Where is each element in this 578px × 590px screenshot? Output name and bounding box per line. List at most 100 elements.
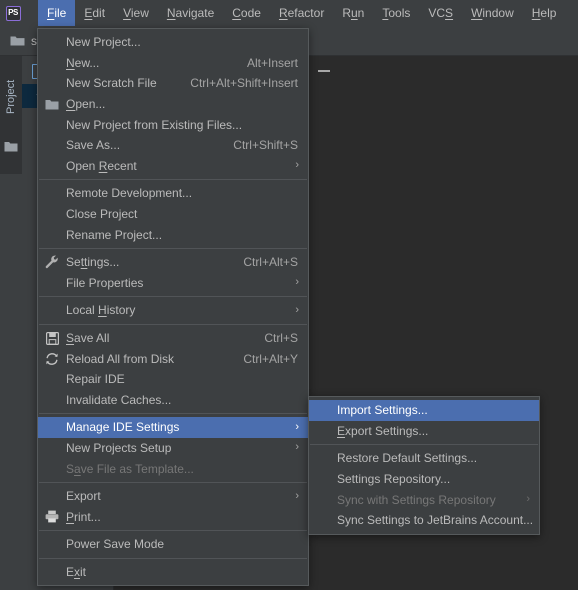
menu-item-label: New... (66, 55, 100, 70)
file-menu-item-new-projects-setup[interactable]: New Projects Setup › (38, 438, 308, 459)
menu-item-label: Open Recent (66, 158, 137, 173)
file-menu-item-exit[interactable]: Exit (38, 562, 308, 583)
menu-item-label: Export Settings... (337, 423, 429, 438)
chevron-right-icon: › (295, 276, 299, 289)
menu-item-label: Rename Project... (66, 227, 163, 242)
menu-separator (39, 323, 307, 325)
file-menu-item-power-save-mode[interactable]: Power Save Mode (38, 534, 308, 555)
menu-separator (39, 247, 307, 249)
menu-item-label: New Project... (66, 35, 141, 50)
app-logo-icon: PS (0, 0, 26, 26)
submenu-item-export-settings[interactable]: Export Settings... (309, 421, 539, 442)
menu-item-shortcut: Ctrl+Shift+S (233, 138, 298, 153)
menu-item-label: Manage IDE Settings (66, 420, 180, 435)
menu-separator (39, 481, 307, 483)
menu-item-shortcut: Ctrl+Alt+Y (243, 351, 298, 366)
folder-icon (44, 96, 60, 112)
menu-bar-item-view[interactable]: View (114, 0, 158, 26)
menu-item-label: Restore Default Settings... (337, 451, 478, 466)
menu-item-label: Open... (66, 97, 106, 112)
file-menu-item-new-project[interactable]: New Project... (38, 32, 308, 53)
menu-separator (310, 444, 538, 446)
file-menu-item-save-all[interactable]: Save All Ctrl+S (38, 328, 308, 349)
chevron-right-icon: › (295, 441, 299, 454)
file-menu-item-repair-ide[interactable]: Repair IDE (38, 369, 308, 390)
file-menu-item-new[interactable]: New... Alt+Insert (38, 53, 308, 74)
file-menu-item-reload-all-from-disk[interactable]: Reload All from Disk Ctrl+Alt+Y (38, 348, 308, 369)
submenu-item-settings-repository[interactable]: Settings Repository... (309, 469, 539, 490)
chevron-right-icon: › (295, 420, 299, 433)
file-menu-item-close-project[interactable]: Close Project (38, 204, 308, 225)
menu-item-label: Print... (66, 509, 101, 524)
menu-item-label: New Project from Existing Files... (66, 117, 243, 132)
menu-bar: PS File Edit View Navigate Code Refactor Run To… (0, 0, 578, 26)
file-menu-item-save-file-as-template: Save File as Template... (38, 458, 308, 479)
file-menu-item-manage-ide-settings[interactable]: Manage IDE Settings › (38, 417, 308, 438)
menu-item-label: Invalidate Caches... (66, 392, 172, 407)
menu-item-label: Export (66, 489, 101, 504)
minimize-icon[interactable] (318, 70, 330, 72)
menu-separator (39, 557, 307, 559)
file-menu-popup[interactable]: New Project... New... Alt+Insert New Scratc… (37, 28, 309, 587)
file-menu-item-new-scratch-file[interactable]: New Scratch File Ctrl+Alt+Shift+Insert (38, 73, 308, 94)
file-menu-item-file-properties[interactable]: File Properties › (38, 273, 308, 294)
menu-item-label: Close Project (66, 207, 138, 222)
file-menu-item-local-history[interactable]: Local History › (38, 300, 308, 321)
submenu-item-sync-settings-to-jetbrains-account[interactable]: Sync Settings to JetBrains Account... (309, 510, 539, 531)
menu-item-label: Settings... (66, 255, 120, 270)
menu-item-label: Sync with Settings Repository (337, 492, 496, 507)
menu-bar-items: File Edit View Navigate Code Refactor Run Tools… (38, 0, 565, 26)
file-menu-item-open-recent[interactable]: Open Recent › (38, 156, 308, 177)
editor-toolbar (340, 26, 578, 56)
file-menu-item-print[interactable]: Print... (38, 506, 308, 527)
menu-item-label: Reload All from Disk (66, 351, 175, 366)
menu-item-label: Remote Development... (66, 186, 193, 201)
menu-item-label: Save File as Template... (66, 461, 194, 476)
sidebar-item-project[interactable]: Project (0, 62, 22, 132)
menu-bar-item-navigate[interactable]: Navigate (158, 0, 223, 26)
submenu-item-import-settings[interactable]: Import Settings... (309, 400, 539, 421)
menu-item-label: Import Settings... (337, 403, 428, 418)
ide-window: st Project PS File Edit View Navigate Code Re… (0, 0, 578, 590)
folder-icon (4, 141, 18, 152)
menu-bar-item-run[interactable]: Run (333, 0, 373, 26)
menu-item-label: Exit (66, 564, 87, 579)
file-menu-item-new-project-from-existing-files[interactable]: New Project from Existing Files... (38, 114, 308, 135)
menu-bar-item-file[interactable]: File (38, 0, 76, 26)
submenu-item-restore-default-settings[interactable]: Restore Default Settings... (309, 448, 539, 469)
chevron-right-icon: › (295, 489, 299, 502)
menu-separator (39, 296, 307, 298)
chevron-right-icon: › (295, 303, 299, 316)
menu-bar-item-window[interactable]: Window (462, 0, 523, 26)
menu-bar-item-vcs[interactable]: VCS (419, 0, 462, 26)
menu-item-shortcut: Ctrl+Alt+S (243, 255, 298, 270)
menu-item-label: Save As... (66, 138, 121, 153)
chevron-right-icon: › (295, 159, 299, 172)
menu-separator (39, 413, 307, 415)
menu-item-label: Save All (66, 331, 110, 346)
menu-item-label: Repair IDE (66, 372, 125, 387)
menu-item-label: Sync Settings to JetBrains Account... (337, 513, 534, 528)
menu-item-shortcut: Ctrl+Alt+Shift+Insert (190, 76, 298, 91)
menu-item-label: Settings Repository... (337, 472, 451, 487)
menu-bar-item-help[interactable]: Help (523, 0, 566, 26)
file-menu-item-save-as[interactable]: Save As... Ctrl+Shift+S (38, 135, 308, 156)
menu-bar-item-edit[interactable]: Edit (75, 0, 114, 26)
wrench-icon (44, 254, 60, 270)
file-menu-item-rename-project[interactable]: Rename Project... (38, 224, 308, 245)
file-menu-item-export[interactable]: Export › (38, 486, 308, 507)
menu-bar-item-code[interactable]: Code (223, 0, 270, 26)
menu-bar-item-tools[interactable]: Tools (373, 0, 419, 26)
menu-bar-item-refactor[interactable]: Refactor (270, 0, 333, 26)
menu-separator (39, 179, 307, 181)
print-icon (44, 509, 60, 525)
reload-icon (44, 351, 60, 367)
menu-item-label: File Properties (66, 275, 144, 290)
file-menu-item-invalidate-caches[interactable]: Invalidate Caches... (38, 390, 308, 411)
file-menu-item-remote-development[interactable]: Remote Development... (38, 183, 308, 204)
menu-item-label: Local History (66, 303, 136, 318)
file-menu-item-settings[interactable]: Settings... Ctrl+Alt+S (38, 252, 308, 273)
file-menu-item-open[interactable]: Open... (38, 94, 308, 115)
manage-ide-settings-submenu-popup[interactable]: Import Settings... Export Settings... Rest… (308, 396, 540, 535)
folder-icon (10, 35, 25, 47)
